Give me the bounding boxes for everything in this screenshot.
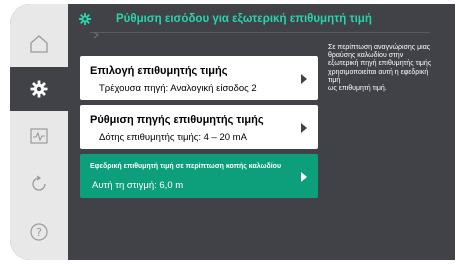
diagnostics-icon [30,128,48,144]
help-line: εξωτερική πηγή επιθυμητής τιμής [328,60,432,68]
sidebar-item-diagnostics[interactable] [10,114,68,158]
menu-item-setpoint-selection[interactable]: Επιλογή επιθυμητής τιμής Τρέχουσα πηγή: … [80,56,318,100]
header-divider [90,32,430,33]
help-line: ως επιθυμητή τιμή. [328,85,387,93]
help-text-panel: Σε περίπτωση αναγνώρισης μιας θραύσης κα… [328,44,448,93]
menu-item-value: Τρέχουσα πηγή: Αναλογική είσοδος 2 [99,83,257,94]
help-line: θραύσης καλωδίου στην [328,52,404,60]
sidebar-item-help[interactable]: ? [10,210,68,254]
device-display-frame: ? Ρύθμιση εισόδου για εξωτερική επιθυμητ… [0,0,460,264]
chevron-right-icon [300,170,308,188]
help-line: Σε περίπτωση αναγνώρισης μιας [328,44,431,51]
breadcrumb-chevron-icon [92,26,102,44]
sidebar-item-settings[interactable] [10,67,68,111]
device-screen: ? Ρύθμιση εισόδου για εξωτερική επιθυμητ… [10,4,455,260]
chevron-right-icon [300,121,308,139]
help-line: χρησιμοποιείται αυτή η εφεδρική [328,68,429,76]
help-icon: ? [30,223,48,241]
menu-item-value: Αυτή τη στιγμή: 6,0 m [92,180,184,191]
menu-item-label: Ρύθμιση πηγής επιθυμητής τιμής [90,114,264,126]
menu-item-setpoint-source[interactable]: Ρύθμιση πηγής επιθυμητής τιμής Δότης επι… [80,105,318,149]
sidebar-item-restore[interactable] [10,162,68,206]
restore-icon [32,175,46,191]
svg-text:?: ? [36,226,42,239]
gear-icon [30,80,48,98]
help-line: τιμή [328,76,341,84]
menu-item-value: Δότης επιθυμητής τιμής: 4 – 20 mA [99,132,247,143]
chevron-right-icon [300,72,308,90]
menu-item-fallback-setpoint[interactable]: Εφεδρική επιθυμητή τιμή σε περίπτωση κοπ… [80,154,318,198]
sidebar-item-home[interactable] [10,22,68,66]
page-title: Ρύθμιση εισόδου για εξωτερική επιθυμητή … [116,13,372,25]
home-icon [30,35,48,53]
menu-item-label: Επιλογή επιθυμητής τιμής [90,65,228,77]
sidebar: ? [10,4,68,260]
header: Ρύθμιση εισόδου για εξωτερική επιθυμητή … [68,4,455,39]
gear-icon [78,12,92,31]
menu-item-label: Εφεδρική επιθυμητή τιμή σε περίπτωση κοπ… [90,163,282,170]
